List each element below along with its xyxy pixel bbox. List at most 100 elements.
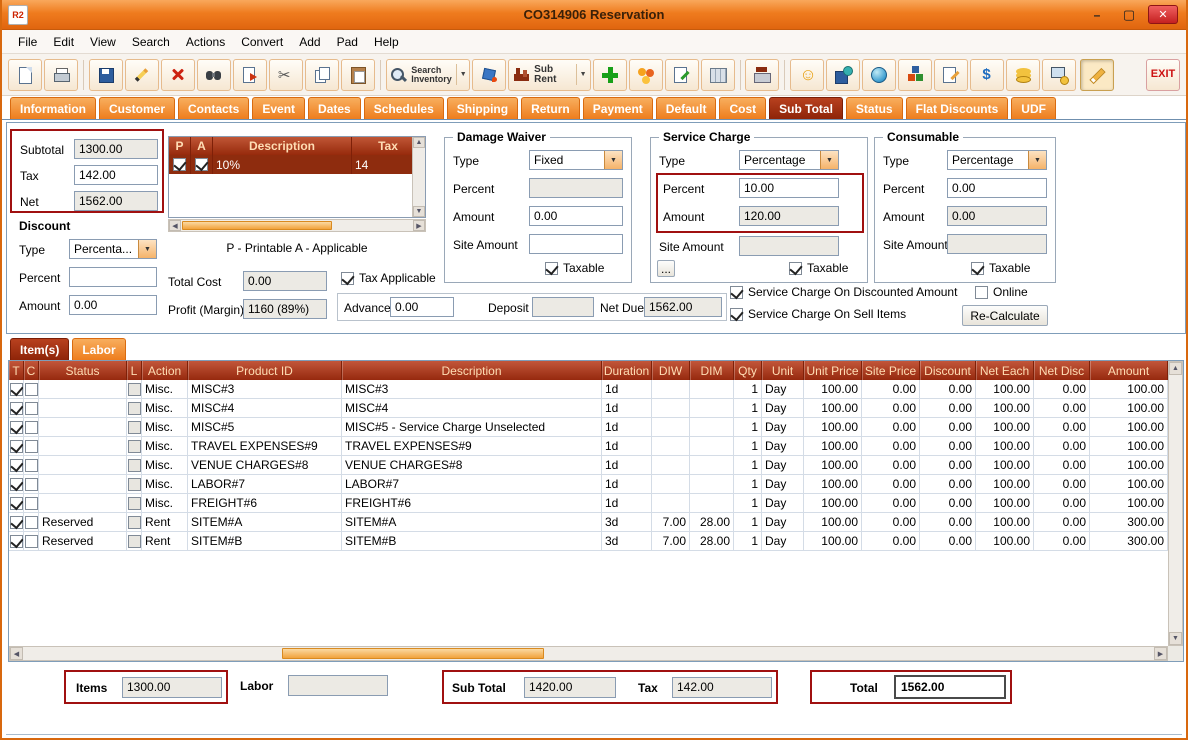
column-header-dim[interactable]: DIM (690, 361, 734, 380)
row-checkbox[interactable] (25, 497, 38, 510)
new-button[interactable] (8, 59, 42, 91)
close-button[interactable] (1148, 5, 1178, 24)
web-button[interactable] (862, 59, 896, 91)
net-field[interactable]: 1562.00 (74, 191, 158, 211)
sc-percent-field[interactable]: 10.00 (739, 178, 839, 198)
summary-total-field[interactable]: 1562.00 (894, 675, 1006, 699)
chevron-down-icon[interactable]: ▼ (820, 151, 838, 169)
column-header-a[interactable]: A (191, 137, 213, 155)
scroll-thumb[interactable] (282, 648, 544, 659)
cons-percent-field[interactable]: 0.00 (947, 178, 1047, 198)
items-hscrollbar[interactable]: ◀ ▶ (9, 646, 1168, 661)
discount-amount-field[interactable]: 0.00 (69, 295, 157, 315)
tab-default[interactable]: Default (656, 97, 717, 119)
table-row[interactable]: Misc.TRAVEL EXPENSES#9TRAVEL EXPENSES#91… (9, 437, 1168, 456)
sc-amount-field[interactable]: 120.00 (739, 206, 839, 226)
table-row[interactable]: ReservedRentSITEM#ASITEM#A3d7.0028.001Da… (9, 513, 1168, 532)
deposit-field[interactable] (532, 297, 594, 317)
currency-button[interactable] (970, 59, 1004, 91)
export-button[interactable] (233, 59, 267, 91)
tax-table-vscrollbar[interactable]: ▲ ▼ (412, 137, 425, 217)
table-row[interactable]: Misc.MISC#5MISC#5 - Service Charge Unsel… (9, 418, 1168, 437)
feedback-button[interactable] (790, 59, 824, 91)
column-header-t[interactable]: T (9, 361, 24, 380)
row-checkbox[interactable] (10, 421, 23, 434)
row-checkbox[interactable] (25, 478, 38, 491)
column-header-c[interactable]: C (24, 361, 39, 380)
column-header-net-disc[interactable]: Net Disc (1034, 361, 1090, 380)
add-button[interactable] (593, 59, 627, 91)
column-header-net-each[interactable]: Net Each (976, 361, 1034, 380)
sub-rent-button[interactable]: Sub Rent▼ (508, 59, 590, 91)
tab-dates[interactable]: Dates (308, 97, 361, 119)
sc-site-amount-field[interactable] (739, 236, 839, 256)
total-cost-field[interactable]: 0.00 (243, 271, 327, 291)
scroll-up-icon[interactable]: ▲ (413, 137, 425, 148)
maximize-button[interactable] (1116, 5, 1142, 24)
row-checkbox[interactable] (10, 402, 23, 415)
pad-button[interactable] (701, 59, 735, 91)
column-header-p[interactable]: P (169, 137, 191, 155)
scroll-down-icon[interactable]: ▼ (413, 206, 425, 217)
dw-percent-field[interactable] (529, 178, 623, 198)
row-checkbox[interactable] (25, 440, 38, 453)
dw-amount-field[interactable]: 0.00 (529, 206, 623, 226)
discount-percent-field[interactable] (69, 267, 157, 287)
scroll-right-icon[interactable]: ▶ (1154, 647, 1167, 660)
row-checkbox[interactable] (128, 459, 141, 472)
menu-item-actions[interactable]: Actions (178, 30, 233, 54)
sc-on-discounted-checkbox[interactable] (730, 286, 743, 299)
row-checkbox[interactable] (10, 535, 23, 548)
chevron-down-icon[interactable]: ▼ (456, 64, 467, 85)
column-header-discount[interactable]: Discount (920, 361, 976, 380)
printable-checkbox[interactable] (173, 158, 186, 171)
publish-button[interactable] (826, 59, 860, 91)
table-row[interactable]: ReservedRentSITEM#BSITEM#B3d7.0028.001Da… (9, 532, 1168, 551)
dw-type-dropdown[interactable]: Fixed ▼ (529, 150, 623, 170)
print-reports-button[interactable] (745, 59, 779, 91)
row-checkbox[interactable] (25, 516, 38, 529)
tab-schedules[interactable]: Schedules (364, 97, 444, 119)
tab-cost[interactable]: Cost (719, 97, 766, 119)
discount-type-dropdown[interactable]: Percenta... ▼ (69, 239, 157, 259)
sc-type-dropdown[interactable]: Percentage ▼ (739, 150, 839, 170)
table-row[interactable]: Misc.VENUE CHARGES#8VENUE CHARGES#81d1Da… (9, 456, 1168, 475)
dw-taxable-checkbox[interactable] (545, 262, 558, 275)
chevron-down-icon[interactable]: ▼ (138, 240, 156, 258)
advance-field[interactable]: 0.00 (390, 297, 454, 317)
tab-item-s[interactable]: Item(s) (10, 338, 69, 360)
row-checkbox[interactable] (10, 459, 23, 472)
summary-labor-field[interactable] (288, 675, 388, 696)
sc-more-button[interactable]: ... (657, 260, 675, 277)
menu-item-file[interactable]: File (10, 30, 45, 54)
scroll-left-icon[interactable]: ◀ (10, 647, 23, 660)
column-header-amount[interactable]: Amount (1090, 361, 1168, 380)
chevron-down-icon[interactable]: ▼ (604, 151, 622, 169)
tab-shipping[interactable]: Shipping (447, 97, 518, 119)
row-checkbox[interactable] (25, 383, 38, 396)
summary-subtotal-field[interactable]: 1420.00 (524, 677, 616, 698)
table-row[interactable]: Misc.MISC#4MISC#41d1Day100.000.000.00100… (9, 399, 1168, 418)
menu-item-convert[interactable]: Convert (233, 30, 291, 54)
tab-information[interactable]: Information (10, 97, 96, 119)
summary-items-field[interactable]: 1300.00 (122, 677, 222, 698)
recalculate-button[interactable]: Re-Calculate (962, 305, 1048, 326)
minimize-button[interactable] (1084, 5, 1110, 24)
edit-page-button[interactable] (934, 59, 968, 91)
row-checkbox[interactable] (25, 421, 38, 434)
tab-return[interactable]: Return (521, 97, 580, 119)
tax-table-row[interactable]: 10% 14 (169, 155, 425, 174)
table-row[interactable]: Misc.LABOR#7LABOR#71d1Day100.000.000.001… (9, 475, 1168, 494)
chevron-down-icon[interactable]: ▼ (576, 64, 587, 85)
copy-button[interactable] (305, 59, 339, 91)
column-header-unit-price[interactable]: Unit Price (804, 361, 862, 380)
exit-button[interactable]: EXIT (1146, 59, 1180, 91)
online-checkbox[interactable] (975, 286, 988, 299)
column-header-site-price[interactable]: Site Price (862, 361, 920, 380)
row-checkbox[interactable] (10, 497, 23, 510)
menu-item-add[interactable]: Add (291, 30, 328, 54)
edit-button[interactable] (125, 59, 159, 91)
tab-contacts[interactable]: Contacts (178, 97, 249, 119)
paste-button[interactable] (341, 59, 375, 91)
menu-item-edit[interactable]: Edit (45, 30, 82, 54)
